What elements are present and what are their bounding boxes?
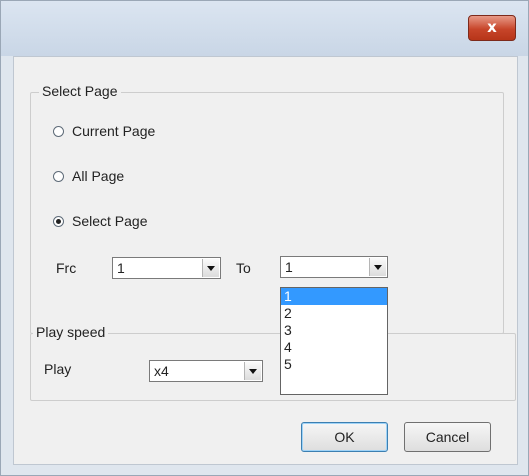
from-page-select[interactable]: 1 [112, 257, 221, 279]
dialog-window: x Select Page Current Page All Page Sele… [0, 0, 529, 476]
to-label: To [236, 260, 251, 276]
ok-button[interactable]: OK [301, 422, 388, 452]
play-label: Play [44, 361, 72, 377]
radio-select-page-label: Select Page [72, 213, 148, 229]
play-speed-select[interactable]: x4 [149, 360, 263, 382]
chevron-down-icon[interactable] [202, 259, 219, 277]
from-page-value: 1 [117, 260, 125, 276]
dropdown-option[interactable]: 5 [281, 356, 387, 373]
radio-current-page-label: Current Page [72, 123, 156, 139]
to-page-dropdown-list: 1 2 3 4 5 [280, 287, 388, 395]
select-page-group-title: Select Page [39, 83, 121, 99]
dropdown-option[interactable]: 2 [281, 305, 387, 322]
radio-select-page[interactable]: Select Page [53, 213, 148, 229]
play-speed-group-title: Play speed [33, 324, 109, 340]
to-page-select[interactable]: 1 [280, 256, 388, 278]
dropdown-option[interactable]: 3 [281, 322, 387, 339]
title-bar: x [1, 1, 528, 56]
play-speed-group: Play speed [30, 324, 516, 401]
radio-all-page[interactable]: All Page [53, 168, 124, 184]
dropdown-option[interactable]: 4 [281, 339, 387, 356]
dialog-client: Select Page Current Page All Page Select… [13, 56, 518, 465]
radio-current-page[interactable]: Current Page [53, 123, 155, 139]
radio-all-page-label: All Page [72, 168, 125, 184]
close-button[interactable]: x [468, 15, 516, 41]
close-icon: x [487, 18, 497, 36]
to-page-value: 1 [285, 259, 293, 275]
play-speed-value: x4 [154, 363, 169, 379]
from-label: Frc [56, 260, 77, 276]
cancel-button[interactable]: Cancel [404, 422, 491, 452]
radio-current-page-indicator [53, 125, 64, 137]
chevron-down-icon[interactable] [369, 258, 386, 276]
radio-select-page-indicator [53, 215, 64, 227]
radio-all-page-indicator [53, 170, 64, 182]
chevron-down-icon[interactable] [244, 362, 261, 380]
dropdown-option[interactable]: 1 [281, 288, 387, 305]
